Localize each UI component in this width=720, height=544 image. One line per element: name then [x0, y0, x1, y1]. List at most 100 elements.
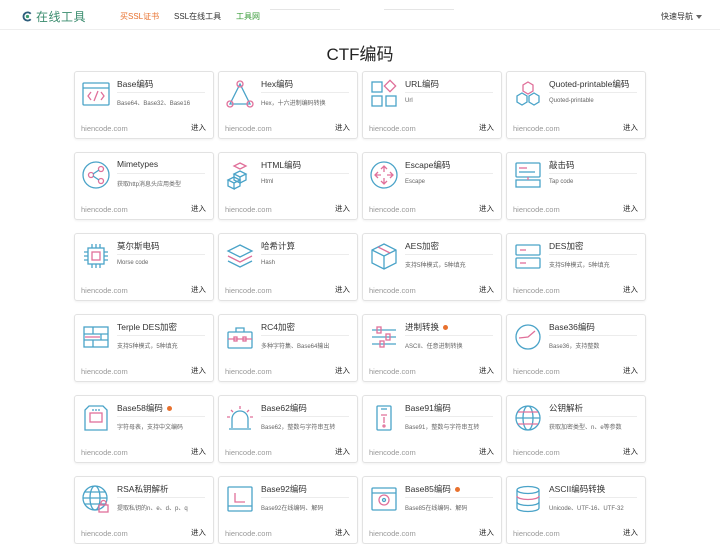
- tool-card[interactable]: Base编码 Base64、Base32、Base16 hiencode.com 进入: [74, 71, 214, 139]
- enter-link[interactable]: 进入: [335, 446, 350, 457]
- tool-card[interactable]: DES加密 支持5种模式，5种填充 hiencode.com 进入: [506, 233, 646, 301]
- tool-card[interactable]: ASCII编码转换 Unicode、UTF-16、UTF-32 hiencode.c…: [506, 476, 646, 544]
- enter-link[interactable]: 进入: [479, 284, 494, 295]
- tool-card-name: Base编码: [117, 78, 153, 90]
- nav-ssl-tool[interactable]: SSL在线工具: [174, 11, 221, 22]
- tool-card[interactable]: Base36编码 Base36，支持整数 hiencode.com 进入: [506, 314, 646, 382]
- card-divider: [549, 416, 637, 417]
- tool-card-site[interactable]: hiencode.com: [513, 367, 560, 376]
- tool-card[interactable]: Terple DES加密 支持5种模式，5种填充 hiencode.com 进入: [74, 314, 214, 382]
- enter-link[interactable]: 进入: [623, 203, 638, 214]
- card-divider: [405, 173, 493, 174]
- tool-card-site[interactable]: hiencode.com: [513, 286, 560, 295]
- enter-link[interactable]: 进入: [623, 446, 638, 457]
- enter-link[interactable]: 进入: [191, 284, 206, 295]
- enter-link[interactable]: 进入: [191, 446, 206, 457]
- tool-card-site[interactable]: hiencode.com: [369, 124, 416, 133]
- tool-card[interactable]: 哈希计算 Hash hiencode.com 进入: [218, 233, 358, 301]
- nav-buy-ssl[interactable]: 买SSL证书: [120, 11, 159, 22]
- tool-card-name: Hex编码: [261, 78, 293, 90]
- tool-card-site[interactable]: hiencode.com: [81, 367, 128, 376]
- enter-link[interactable]: 进入: [335, 365, 350, 376]
- tool-card[interactable]: Hex编码 Hex，十六进制编码转换 hiencode.com 进入: [218, 71, 358, 139]
- tool-card-name: Terple DES加密: [117, 321, 177, 333]
- tool-card-site[interactable]: hiencode.com: [369, 286, 416, 295]
- quick-nav-dropdown[interactable]: 快速导航: [661, 11, 702, 22]
- tool-card-name-text: RC4加密: [261, 322, 296, 332]
- tool-card-desc: Base36，支持整数: [549, 344, 600, 350]
- tool-card[interactable]: Base91编码 Base91，整数与字符串互转 hiencode.com 进入: [362, 395, 502, 463]
- tool-card[interactable]: Base62编码 Base62，整数与字符串互转 hiencode.com 进入: [218, 395, 358, 463]
- card-divider: [549, 92, 637, 93]
- tool-card[interactable]: AES加密 支持5种模式，5种填充 hiencode.com 进入: [362, 233, 502, 301]
- tool-card[interactable]: Base92编码 Base92在线编码、解码 hiencode.com 进入: [218, 476, 358, 544]
- tool-card[interactable]: Quoted-printable编码 Quoted-printable hienco…: [506, 71, 646, 139]
- tool-card-site[interactable]: hiencode.com: [513, 448, 560, 457]
- enter-link[interactable]: 进入: [335, 203, 350, 214]
- tool-card[interactable]: HTML编码 Html hiencode.com 进入: [218, 152, 358, 220]
- tool-card-site[interactable]: hiencode.com: [225, 124, 272, 133]
- enter-link[interactable]: 进入: [191, 527, 206, 538]
- tool-card-site[interactable]: hiencode.com: [81, 529, 128, 538]
- tool-card[interactable]: URL编码 Url hiencode.com 进入: [362, 71, 502, 139]
- enter-link[interactable]: 进入: [191, 203, 206, 214]
- enter-link[interactable]: 进入: [479, 527, 494, 538]
- tool-card-name: RC4加密: [261, 321, 295, 333]
- enter-link[interactable]: 进入: [479, 446, 494, 457]
- enter-link[interactable]: 进入: [335, 122, 350, 133]
- card-divider: [405, 254, 493, 255]
- tool-card-site[interactable]: hiencode.com: [81, 205, 128, 214]
- tool-card-name-text: Base62编码: [261, 403, 307, 413]
- tool-card-site[interactable]: hiencode.com: [225, 367, 272, 376]
- card-divider: [549, 173, 637, 174]
- tool-card[interactable]: 公钥解析 获取加密类型、n、e等参数 hiencode.com 进入: [506, 395, 646, 463]
- card-divider: [117, 416, 205, 417]
- tool-card-site[interactable]: hiencode.com: [513, 529, 560, 538]
- site-logo[interactable]: 在线工具: [22, 8, 86, 25]
- tool-card[interactable]: Base85编码 Base85在线编码、解码 hiencode.com 进入: [362, 476, 502, 544]
- tool-card-name: 敲击码: [549, 159, 575, 171]
- tool-card-site[interactable]: hiencode.com: [369, 529, 416, 538]
- tool-card[interactable]: 莫尔斯电码 Morse code hiencode.com 进入: [74, 233, 214, 301]
- triangle-nodes-icon: [226, 80, 254, 108]
- tool-card-site[interactable]: hiencode.com: [369, 205, 416, 214]
- tool-card-site[interactable]: hiencode.com: [81, 124, 128, 133]
- tool-card-site[interactable]: hiencode.com: [369, 448, 416, 457]
- enter-link[interactable]: 进入: [623, 284, 638, 295]
- tool-card-site[interactable]: hiencode.com: [225, 286, 272, 295]
- enter-link[interactable]: 进入: [335, 284, 350, 295]
- tool-card-site[interactable]: hiencode.com: [513, 124, 560, 133]
- tool-card[interactable]: 进制转换 ASCII、任意进制转换 hiencode.com 进入: [362, 314, 502, 382]
- nav-tool-net[interactable]: 工具网: [236, 11, 260, 22]
- tool-card-site[interactable]: hiencode.com: [81, 286, 128, 295]
- tool-card[interactable]: RSA私钥解析 提取私钥的n、e、d、p、q hiencode.com 进入: [74, 476, 214, 544]
- server-monitor-icon: [515, 162, 541, 188]
- tool-card-name: Base92编码: [261, 483, 307, 495]
- tool-card-name: ASCII编码转换: [549, 483, 605, 495]
- enter-link[interactable]: 进入: [479, 122, 494, 133]
- enter-link[interactable]: 进入: [479, 365, 494, 376]
- page-title: CTF编码: [326, 45, 394, 64]
- tool-card-name-text: Escape编码: [405, 160, 451, 170]
- tool-card-site[interactable]: hiencode.com: [369, 367, 416, 376]
- tool-card[interactable]: Escape编码 Escape hiencode.com 进入: [362, 152, 502, 220]
- share-circle-icon: [82, 161, 110, 189]
- enter-link[interactable]: 进入: [191, 365, 206, 376]
- tool-card[interactable]: 敲击码 Tap code hiencode.com 进入: [506, 152, 646, 220]
- tool-card[interactable]: Base58编码 字符母表，支持中文编码 hiencode.com 进入: [74, 395, 214, 463]
- tool-card-name-text: Base36编码: [549, 322, 595, 332]
- enter-link[interactable]: 进入: [479, 203, 494, 214]
- tool-card-site[interactable]: hiencode.com: [225, 448, 272, 457]
- enter-link[interactable]: 进入: [623, 527, 638, 538]
- enter-link[interactable]: 进入: [335, 527, 350, 538]
- tool-card[interactable]: Mimetypes 获取http消息头应用类型 hiencode.com 进入: [74, 152, 214, 220]
- enter-link[interactable]: 进入: [623, 122, 638, 133]
- tool-card[interactable]: RC4加密 多种字符集、Base64输出 hiencode.com 进入: [218, 314, 358, 382]
- enter-link[interactable]: 进入: [191, 122, 206, 133]
- enter-link[interactable]: 进入: [623, 365, 638, 376]
- tool-card-site[interactable]: hiencode.com: [225, 205, 272, 214]
- tool-card-name: 进制转换: [405, 321, 449, 333]
- tool-card-site[interactable]: hiencode.com: [225, 529, 272, 538]
- tool-card-site[interactable]: hiencode.com: [513, 205, 560, 214]
- tool-card-site[interactable]: hiencode.com: [81, 448, 128, 457]
